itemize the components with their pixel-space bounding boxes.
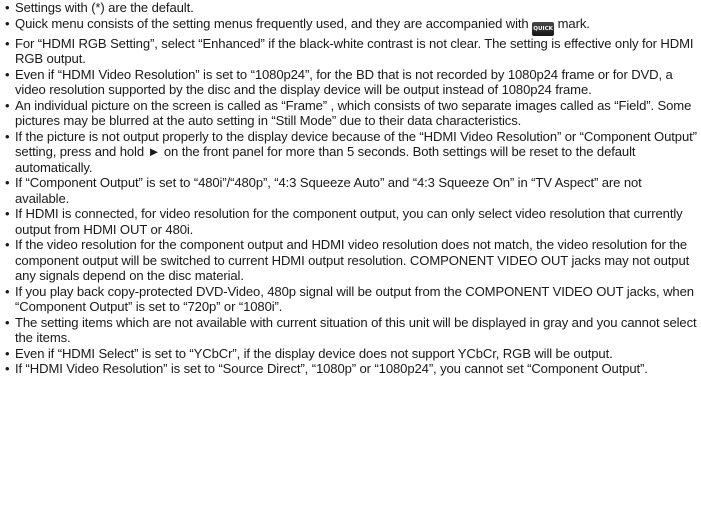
note-text: Quick menu consists of the setting menus… [15, 15, 533, 31]
note-item: If HDMI is connected, for video resoluti… [5, 206, 697, 237]
note-item: The setting items which are not availabl… [5, 315, 697, 346]
note-item: If “Component Output” is set to “480i”/“… [5, 175, 697, 206]
notes-list: Settings with (*) are the default. Quick… [5, 0, 697, 377]
note-item: For “HDMI RGB Setting”, select “Enhanced… [5, 36, 697, 67]
note-item: Settings with (*) are the default. [5, 0, 697, 16]
quick-icon: QUICK [532, 21, 555, 36]
note-item: If you play back copy-protected DVD-Vide… [5, 284, 697, 315]
note-item: Even if “HDMI Video Resolution” is set t… [5, 67, 697, 98]
notes-document: Settings with (*) are the default. Quick… [0, 0, 701, 377]
note-item: If “HDMI Video Resolution” is set to “So… [5, 361, 697, 377]
note-item: If the picture is not output properly to… [5, 129, 697, 176]
play-arrow-icon: ► [147, 144, 161, 159]
note-text: mark. [554, 15, 590, 31]
note-item: Even if “HDMI Select” is set to “YCbCr”,… [5, 346, 697, 362]
note-item: If the video resolution for the componen… [5, 237, 697, 284]
note-item: An individual picture on the screen is c… [5, 98, 697, 129]
note-item: Quick menu consists of the setting menus… [5, 16, 697, 36]
